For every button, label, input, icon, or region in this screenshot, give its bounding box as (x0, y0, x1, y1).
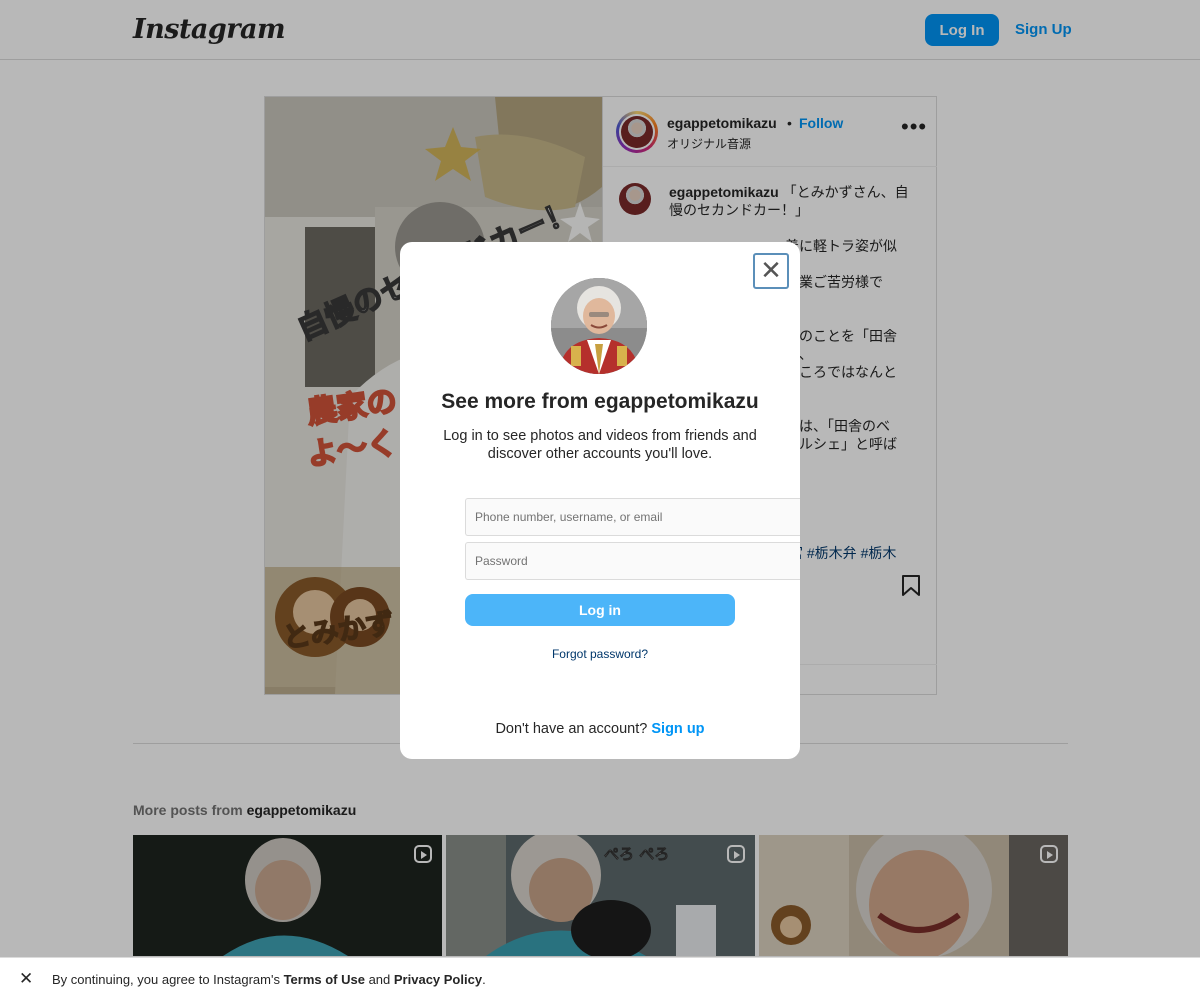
forgot-password-link[interactable]: Forgot password? (400, 647, 800, 661)
login-modal: ✕ See more from egappetomikazu Log in to… (400, 242, 800, 759)
terms-text: By continuing, you agree to Instagram's … (52, 972, 486, 987)
password-input[interactable] (465, 542, 800, 580)
close-icon[interactable]: ✕ (19, 970, 33, 987)
terms-banner: ✕ By continuing, you agree to Instagram'… (0, 957, 1200, 1000)
login-button[interactable]: Log in (465, 594, 735, 626)
modal-description: Log in to see photos and videos from fri… (443, 428, 757, 462)
signup-link[interactable]: Sign up (651, 721, 704, 737)
username-input[interactable] (465, 498, 800, 536)
terms-link[interactable]: Terms of Use (284, 972, 365, 987)
profile-photo (551, 278, 647, 374)
modal-title: See more from egappetomikazu (441, 390, 759, 413)
privacy-link[interactable]: Privacy Policy (394, 972, 482, 987)
signup-prompt: Don't have an account? Sign up (495, 721, 705, 737)
profile-avatar (551, 278, 647, 374)
close-button[interactable]: ✕ (753, 253, 789, 289)
